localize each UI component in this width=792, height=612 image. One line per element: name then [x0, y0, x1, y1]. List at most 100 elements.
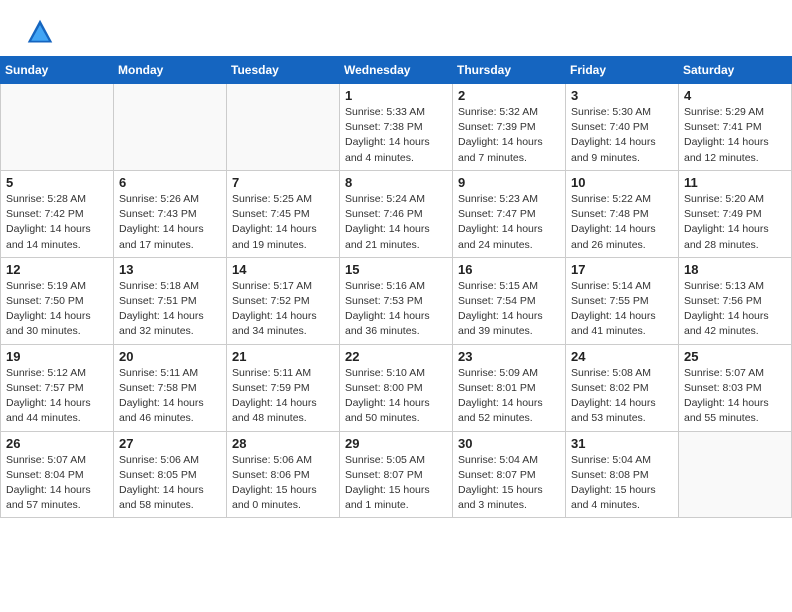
day-info: Sunrise: 5:04 AMSunset: 8:07 PMDaylight:…: [458, 453, 560, 514]
calendar-cell: 14Sunrise: 5:17 AMSunset: 7:52 PMDayligh…: [227, 257, 340, 344]
calendar-cell: [679, 431, 792, 518]
day-info: Sunrise: 5:14 AMSunset: 7:55 PMDaylight:…: [571, 279, 673, 340]
day-number: 7: [232, 175, 334, 190]
day-info: Sunrise: 5:09 AMSunset: 8:01 PMDaylight:…: [458, 366, 560, 427]
day-info: Sunrise: 5:25 AMSunset: 7:45 PMDaylight:…: [232, 192, 334, 253]
calendar-cell: 19 Sunrise: 5:12 AMSunset: 7:57 PMDayligh…: [1, 344, 114, 431]
day-number: 25: [684, 349, 786, 364]
page-header: [0, 0, 792, 56]
calendar-cell: 20 Sunrise: 5:11 AMSunset: 7:58 PMDayligh…: [114, 344, 227, 431]
day-info: Sunrise: 5:05 AMSunset: 8:07 PMDaylight:…: [345, 453, 447, 514]
day-info: Sunrise: 5:11 AMSunset: 7:58 PMDaylight:…: [119, 366, 221, 427]
day-number: 30: [458, 436, 560, 451]
day-number: 2: [458, 88, 560, 103]
day-number: 15: [345, 262, 447, 277]
day-info: Sunrise: 5:32 AMSunset: 7:39 PMDaylight:…: [458, 105, 560, 166]
logo: [24, 18, 54, 46]
day-number: 19: [6, 349, 108, 364]
calendar-cell: 24Sunrise: 5:08 AMSunset: 8:02 PMDayligh…: [566, 344, 679, 431]
calendar-cell: 11Sunrise: 5:20 AMSunset: 7:49 PMDayligh…: [679, 170, 792, 257]
weekday-header-friday: Friday: [566, 57, 679, 84]
calendar-cell: 23 Sunrise: 5:09 AMSunset: 8:01 PMDayligh…: [453, 344, 566, 431]
day-number: 22: [345, 349, 447, 364]
calendar-week-row: 19 Sunrise: 5:12 AMSunset: 7:57 PMDayligh…: [1, 344, 792, 431]
calendar-cell: 16 Sunrise: 5:15 AMSunset: 7:54 PMDayligh…: [453, 257, 566, 344]
day-info: Sunrise: 5:18 AMSunset: 7:51 PMDaylight:…: [119, 279, 221, 340]
calendar-cell: 22 Sunrise: 5:10 AMSunset: 8:00 PMDayligh…: [340, 344, 453, 431]
calendar-cell: 7 Sunrise: 5:25 AMSunset: 7:45 PMDaylight…: [227, 170, 340, 257]
calendar-table: SundayMondayTuesdayWednesdayThursdayFrid…: [0, 56, 792, 518]
day-info: Sunrise: 5:30 AMSunset: 7:40 PMDaylight:…: [571, 105, 673, 166]
calendar-cell: 15 Sunrise: 5:16 AMSunset: 7:53 PMDayligh…: [340, 257, 453, 344]
day-info: Sunrise: 5:08 AMSunset: 8:02 PMDaylight:…: [571, 366, 673, 427]
calendar-cell: 1 Sunrise: 5:33 AMSunset: 7:38 PMDaylight…: [340, 84, 453, 171]
day-info: Sunrise: 5:13 AMSunset: 7:56 PMDaylight:…: [684, 279, 786, 340]
day-info: Sunrise: 5:16 AMSunset: 7:53 PMDaylight:…: [345, 279, 447, 340]
day-info: Sunrise: 5:12 AMSunset: 7:57 PMDaylight:…: [6, 366, 108, 427]
weekday-header-saturday: Saturday: [679, 57, 792, 84]
day-info: Sunrise: 5:23 AMSunset: 7:47 PMDaylight:…: [458, 192, 560, 253]
day-number: 21: [232, 349, 334, 364]
day-number: 18: [684, 262, 786, 277]
day-number: 3: [571, 88, 673, 103]
day-number: 10: [571, 175, 673, 190]
weekday-header-tuesday: Tuesday: [227, 57, 340, 84]
day-info: Sunrise: 5:28 AMSunset: 7:42 PMDaylight:…: [6, 192, 108, 253]
calendar-cell: [1, 84, 114, 171]
day-info: Sunrise: 5:15 AMSunset: 7:54 PMDaylight:…: [458, 279, 560, 340]
day-number: 31: [571, 436, 673, 451]
calendar-cell: 4 Sunrise: 5:29 AMSunset: 7:41 PMDaylight…: [679, 84, 792, 171]
calendar-cell: 30 Sunrise: 5:04 AMSunset: 8:07 PMDayligh…: [453, 431, 566, 518]
calendar-week-row: 12Sunrise: 5:19 AMSunset: 7:50 PMDayligh…: [1, 257, 792, 344]
calendar-cell: 9 Sunrise: 5:23 AMSunset: 7:47 PMDaylight…: [453, 170, 566, 257]
calendar-cell: [114, 84, 227, 171]
calendar-cell: 2 Sunrise: 5:32 AMSunset: 7:39 PMDaylight…: [453, 84, 566, 171]
day-number: 13: [119, 262, 221, 277]
calendar-cell: 31Sunrise: 5:04 AMSunset: 8:08 PMDayligh…: [566, 431, 679, 518]
day-info: Sunrise: 5:26 AMSunset: 7:43 PMDaylight:…: [119, 192, 221, 253]
day-number: 20: [119, 349, 221, 364]
calendar-week-row: 1 Sunrise: 5:33 AMSunset: 7:38 PMDaylight…: [1, 84, 792, 171]
weekday-header-thursday: Thursday: [453, 57, 566, 84]
day-info: Sunrise: 5:10 AMSunset: 8:00 PMDaylight:…: [345, 366, 447, 427]
day-info: Sunrise: 5:06 AMSunset: 8:06 PMDaylight:…: [232, 453, 334, 514]
calendar-cell: 18 Sunrise: 5:13 AMSunset: 7:56 PMDayligh…: [679, 257, 792, 344]
day-number: 16: [458, 262, 560, 277]
calendar-cell: 21Sunrise: 5:11 AMSunset: 7:59 PMDayligh…: [227, 344, 340, 431]
calendar-cell: 12Sunrise: 5:19 AMSunset: 7:50 PMDayligh…: [1, 257, 114, 344]
day-number: 8: [345, 175, 447, 190]
calendar-cell: 29 Sunrise: 5:05 AMSunset: 8:07 PMDayligh…: [340, 431, 453, 518]
day-number: 9: [458, 175, 560, 190]
day-number: 28: [232, 436, 334, 451]
day-info: Sunrise: 5:22 AMSunset: 7:48 PMDaylight:…: [571, 192, 673, 253]
day-info: Sunrise: 5:06 AMSunset: 8:05 PMDaylight:…: [119, 453, 221, 514]
day-number: 5: [6, 175, 108, 190]
day-number: 29: [345, 436, 447, 451]
calendar-cell: 27Sunrise: 5:06 AMSunset: 8:05 PMDayligh…: [114, 431, 227, 518]
weekday-header-monday: Monday: [114, 57, 227, 84]
day-number: 12: [6, 262, 108, 277]
day-number: 11: [684, 175, 786, 190]
calendar-cell: 17 Sunrise: 5:14 AMSunset: 7:55 PMDayligh…: [566, 257, 679, 344]
day-number: 23: [458, 349, 560, 364]
day-info: Sunrise: 5:33 AMSunset: 7:38 PMDaylight:…: [345, 105, 447, 166]
calendar-cell: 13 Sunrise: 5:18 AMSunset: 7:51 PMDayligh…: [114, 257, 227, 344]
day-number: 6: [119, 175, 221, 190]
day-info: Sunrise: 5:07 AMSunset: 8:03 PMDaylight:…: [684, 366, 786, 427]
day-number: 1: [345, 88, 447, 103]
day-number: 4: [684, 88, 786, 103]
day-info: Sunrise: 5:24 AMSunset: 7:46 PMDaylight:…: [345, 192, 447, 253]
day-info: Sunrise: 5:17 AMSunset: 7:52 PMDaylight:…: [232, 279, 334, 340]
weekday-header-wednesday: Wednesday: [340, 57, 453, 84]
day-number: 17: [571, 262, 673, 277]
weekday-header-row: SundayMondayTuesdayWednesdayThursdayFrid…: [1, 57, 792, 84]
day-info: Sunrise: 5:29 AMSunset: 7:41 PMDaylight:…: [684, 105, 786, 166]
calendar-cell: 3 Sunrise: 5:30 AMSunset: 7:40 PMDaylight…: [566, 84, 679, 171]
logo-icon: [26, 18, 54, 46]
day-number: 26: [6, 436, 108, 451]
calendar-cell: 26Sunrise: 5:07 AMSunset: 8:04 PMDayligh…: [1, 431, 114, 518]
calendar-cell: 25 Sunrise: 5:07 AMSunset: 8:03 PMDayligh…: [679, 344, 792, 431]
calendar-cell: 28 Sunrise: 5:06 AMSunset: 8:06 PMDayligh…: [227, 431, 340, 518]
weekday-header-sunday: Sunday: [1, 57, 114, 84]
calendar-cell: [227, 84, 340, 171]
